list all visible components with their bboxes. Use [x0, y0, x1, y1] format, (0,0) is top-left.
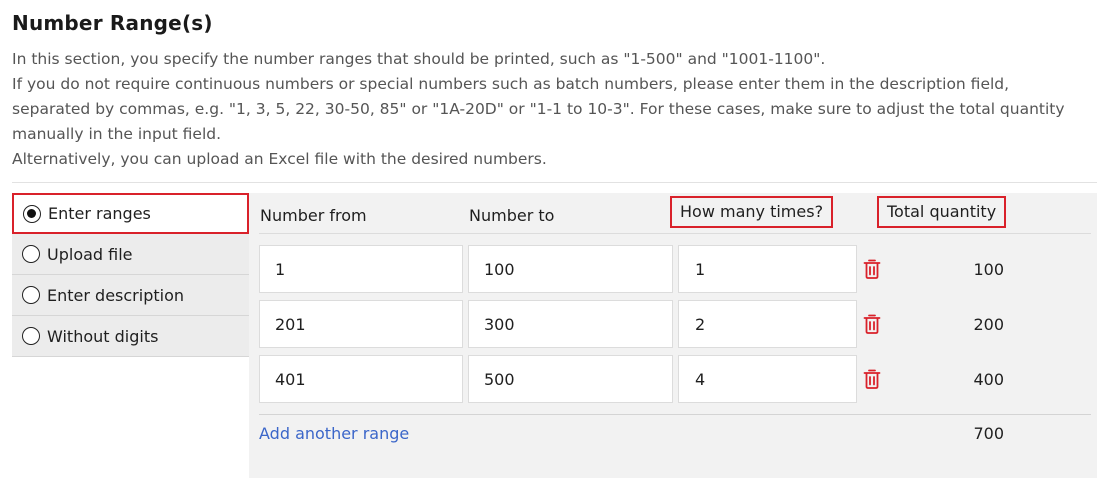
row-total: 400 — [973, 370, 1004, 389]
section-title: Number Range(s) — [12, 11, 213, 35]
number-from-input[interactable]: 201 — [259, 300, 463, 348]
times-input[interactable]: 4 — [678, 355, 857, 403]
trash-icon[interactable] — [863, 314, 881, 334]
header-how-many-times: How many times? — [670, 196, 834, 228]
times-input[interactable]: 1 — [678, 245, 857, 293]
option-label: Without digits — [47, 326, 159, 346]
option-enter-ranges[interactable]: Enter ranges — [12, 193, 249, 234]
description-line: Alternatively, you can upload an Excel f… — [12, 150, 547, 168]
option-label: Enter ranges — [48, 204, 151, 223]
option-upload-file[interactable]: Upload file — [12, 234, 249, 275]
trash-icon[interactable] — [863, 369, 881, 389]
grand-total: 700 — [973, 424, 1004, 443]
header-total-quantity: Total quantity — [877, 196, 1007, 228]
radio-icon[interactable] — [22, 245, 40, 263]
option-without-digits[interactable]: Without digits — [12, 316, 249, 357]
divider — [12, 182, 1097, 183]
option-label: Upload file — [47, 244, 133, 264]
number-to-input[interactable]: 100 — [468, 245, 673, 293]
number-from-input[interactable]: 1 — [259, 245, 463, 293]
radio-selected-icon[interactable] — [23, 204, 41, 223]
header-number-from: Number from — [260, 206, 367, 225]
description-line: If you do not require continuous numbers… — [12, 75, 1065, 143]
header-number-to: Number to — [469, 206, 555, 225]
range-mode-options: Enter ranges Upload file Enter descripti… — [12, 193, 249, 357]
number-from-input[interactable]: 401 — [259, 355, 463, 403]
number-to-input[interactable]: 300 — [468, 300, 673, 348]
radio-icon[interactable] — [22, 327, 40, 345]
header-divider — [259, 233, 1091, 234]
row-total: 100 — [973, 260, 1004, 279]
option-enter-description[interactable]: Enter description — [12, 275, 249, 316]
row-total: 200 — [973, 315, 1004, 334]
section-description: In this section, you specify the number … — [12, 47, 1092, 172]
description-line: In this section, you specify the number … — [12, 50, 826, 68]
times-input[interactable]: 2 — [678, 300, 857, 348]
sum-divider — [259, 414, 1091, 415]
add-range-link[interactable]: Add another range — [259, 424, 409, 443]
number-to-input[interactable]: 500 — [468, 355, 673, 403]
trash-icon[interactable] — [863, 259, 881, 279]
radio-icon[interactable] — [22, 286, 40, 304]
option-label: Enter description — [47, 285, 184, 305]
